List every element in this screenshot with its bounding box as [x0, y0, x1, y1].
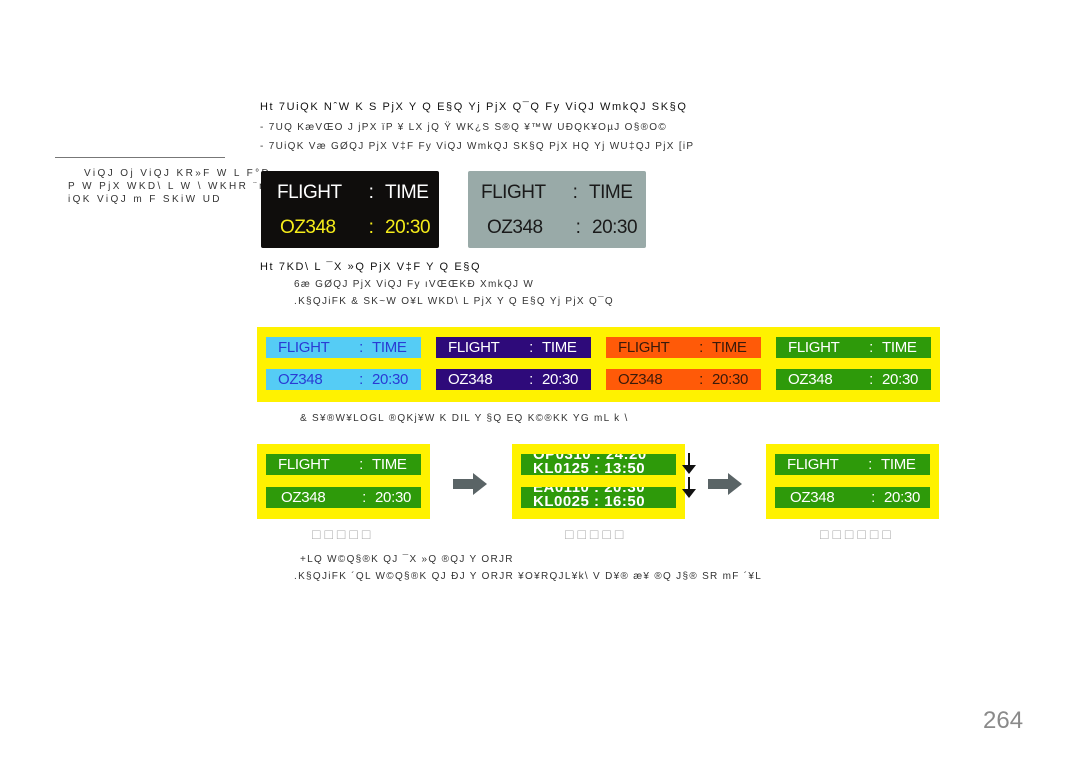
flight-label: FLIGHT	[788, 339, 840, 356]
board-row: OZ348 : 20:30	[280, 217, 439, 239]
board-after: FLIGHT : TIME OZ348 : 20:30	[766, 444, 939, 519]
time-value: 20:30	[385, 217, 431, 238]
caption-after: □□□□□□	[820, 526, 895, 542]
board-header: FLIGHT: TIME	[606, 337, 761, 358]
separator: :	[529, 371, 533, 388]
flight-label: FLIGHT	[618, 339, 670, 356]
section3-line: & S¥®W¥LOGL ®QKj¥W K DIL Y §Q EQ K©®KK Y…	[300, 413, 629, 424]
separator: :	[359, 371, 363, 388]
down-arrow-icon	[682, 453, 696, 474]
right-arrow-icon	[708, 473, 742, 495]
time-label: TIME	[372, 456, 407, 473]
separator: :	[871, 489, 875, 506]
time-label: TIME	[882, 339, 917, 356]
separator: :	[699, 371, 703, 388]
board-header: FLIGHT: TIME	[776, 337, 931, 358]
flight-label: FLIGHT	[277, 182, 342, 203]
board-row: OZ348 : 20:30	[487, 217, 646, 239]
time-value: 20:30	[592, 217, 638, 238]
separator: :	[359, 339, 363, 356]
board-row: OZ348:20:30	[606, 369, 761, 390]
board-row: OZ348:20:30	[266, 369, 421, 390]
scroll-line: KL0025 : 16:50	[533, 493, 646, 508]
separator: :	[368, 182, 374, 203]
color-board: FLIGHT: TIME OZ348:20:30	[427, 327, 600, 402]
flight-label: FLIGHT	[448, 339, 500, 356]
flight-value: OZ348	[790, 489, 835, 506]
separator: :	[529, 339, 533, 356]
section4-line: +LQ W©Q§®K QJ ¯X »Q ®QJ Y ORJR	[300, 554, 514, 565]
separator: :	[572, 182, 578, 203]
flight-value: OZ348	[487, 217, 543, 238]
flight-value: OZ348	[618, 371, 663, 388]
separator: :	[575, 217, 581, 238]
board-header: FLIGHT : TIME	[266, 454, 421, 475]
section2-heading: Ht 7KD\ L ¯X »Q PjX V‡F Y Q E§Q	[260, 261, 482, 273]
flight-label: FLIGHT	[278, 339, 330, 356]
color-board: FLIGHT: TIME OZ348:20:30	[257, 327, 430, 402]
board-row: OZ348:20:30	[776, 369, 931, 390]
time-label: TIME	[712, 339, 747, 356]
time-value: 20:30	[542, 371, 579, 388]
time-value: 20:30	[884, 489, 921, 506]
board-row: OZ348 : 20:30	[266, 487, 421, 508]
flight-value: OZ348	[448, 371, 493, 388]
time-value: 20:30	[712, 371, 749, 388]
time-label: TIME	[385, 182, 429, 203]
flight-label: FLIGHT	[278, 456, 330, 473]
separator: :	[699, 339, 703, 356]
board-before: FLIGHT : TIME OZ348 : 20:30	[257, 444, 430, 519]
separator: :	[362, 489, 366, 506]
separator: :	[869, 339, 873, 356]
time-value: 20:30	[372, 371, 409, 388]
board-row: OZ348 : 20:30	[775, 487, 930, 508]
separator: :	[869, 371, 873, 388]
time-label: TIME	[542, 339, 577, 356]
section2-line: 6æ GØQJ PjX ViQJ Fy ıVŒŒKĐ XmkQJ W	[294, 279, 535, 290]
time-label: TIME	[372, 339, 407, 356]
sidebar-divider	[55, 157, 225, 158]
time-value: 20:30	[882, 371, 919, 388]
board-row: OZ348:20:30	[436, 369, 591, 390]
sidebar-note-line: ViQJ Oj ViQJ KR»F W L F°D	[84, 168, 272, 179]
separator: :	[359, 456, 363, 473]
section2-line: .K§QJiFK & SK~W O¥L WKD\ L PjX Y Q E§Q Y…	[294, 296, 614, 307]
scroll-bar-bottom: EA0110 : 20:30 KL0025 : 16:50	[521, 487, 676, 508]
flight-label: FLIGHT	[787, 456, 839, 473]
time-value: 20:30	[375, 489, 412, 506]
board-header: FLIGHT : TIME	[481, 182, 646, 204]
separator: :	[368, 217, 374, 238]
section1-bullet: - 7UiQK Væ GØQJ PjX V‡F Fy ViQJ WmkQJ SK…	[260, 141, 695, 152]
flight-value: OZ348	[281, 489, 326, 506]
flight-label: FLIGHT	[481, 182, 546, 203]
down-arrow-icon	[682, 477, 696, 498]
page-number: 264	[983, 707, 1024, 734]
board-header: FLIGHT: TIME	[266, 337, 421, 358]
scroll-line: KL0125 : 13:50	[533, 460, 646, 475]
board-header: FLIGHT : TIME	[277, 182, 439, 204]
board-header: FLIGHT : TIME	[775, 454, 930, 475]
sample-board-gray: FLIGHT : TIME OZ348 : 20:30	[468, 171, 646, 248]
scroll-bar-top: OP0310 : 24:20 KL0125 : 13:50	[521, 454, 676, 475]
caption-before: □□□□□	[312, 526, 375, 542]
flight-value: OZ348	[788, 371, 833, 388]
right-arrow-icon	[453, 473, 487, 495]
sidebar-note-line: iQK ViQJ m F SKiW UD	[68, 194, 222, 205]
section4-line: .K§QJiFK ´QL W©Q§®K QJ ĐJ Y ORJR ¥O¥RQJL…	[294, 571, 763, 582]
flight-value: OZ348	[278, 371, 323, 388]
board-header: FLIGHT: TIME	[436, 337, 591, 358]
section1-heading: Ht 7UiQK NˆW K S PjX Y Q E§Q Yj PjX Q¯Q …	[260, 101, 688, 113]
time-label: TIME	[589, 182, 633, 203]
color-board: FLIGHT: TIME OZ348:20:30	[767, 327, 940, 402]
section1-bullet: - 7UQ KæVŒO J jPX ïP ¥ LX jQ Ÿ WK¿S S®Q …	[260, 122, 668, 133]
flight-value: OZ348	[280, 217, 336, 238]
time-label: TIME	[881, 456, 916, 473]
color-board: FLIGHT: TIME OZ348:20:30	[597, 327, 770, 402]
board-scrolling: OP0310 : 24:20 KL0125 : 13:50 EA0110 : 2…	[512, 444, 685, 519]
sample-board-dark: FLIGHT : TIME OZ348 : 20:30	[261, 171, 439, 248]
caption-scrolling: □□□□□	[565, 526, 628, 542]
separator: :	[868, 456, 872, 473]
